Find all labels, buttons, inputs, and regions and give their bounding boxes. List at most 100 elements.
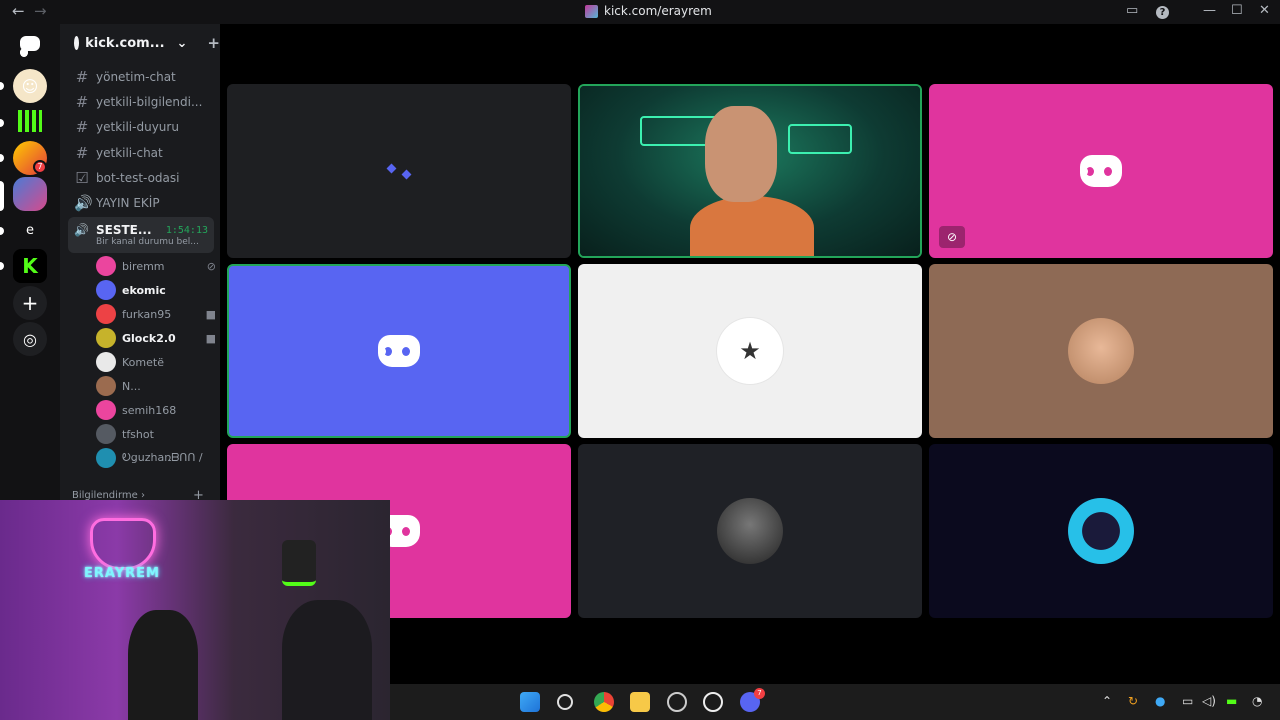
add-server-button[interactable]: +: [13, 286, 47, 320]
notification-bell-icon[interactable]: ◔: [1252, 694, 1262, 708]
server-badge-icon: [74, 36, 80, 50]
server-rail: ☺ 7 e K + ◎: [0, 24, 60, 500]
search-icon[interactable]: [557, 694, 573, 710]
loading-icon: [386, 163, 397, 173]
channel-label: yönetim-chat: [96, 70, 176, 84]
voice-user[interactable]: Kometë: [96, 352, 216, 372]
url-text: kick.com/erayrem: [604, 4, 712, 18]
chatgpt-icon[interactable]: [703, 692, 723, 712]
cat-neon-icon: [90, 518, 156, 570]
user-name: Glock2.0: [122, 331, 176, 345]
tray-chevron-icon[interactable]: ⌃: [1102, 694, 1112, 708]
voice-user[interactable]: semih168: [96, 400, 216, 420]
help-icon[interactable]: ?: [1156, 6, 1169, 19]
video-tile-kometa[interactable]: ★: [578, 264, 922, 438]
channel-item[interactable]: # yetkili-chat: [68, 142, 214, 164]
camera-icon: ■: [205, 307, 216, 321]
user-name: ekomic: [122, 283, 166, 297]
tray-volume-icon[interactable]: ◁): [1202, 694, 1216, 708]
close-button[interactable]: ✕: [1259, 3, 1270, 18]
video-tile-blurple[interactable]: [227, 264, 571, 438]
discord-avatar-icon: [378, 335, 420, 367]
user-name: tfshot: [122, 427, 154, 441]
voice-user[interactable]: biremm ⊘: [96, 256, 216, 276]
tray-sync-icon[interactable]: ↻: [1128, 694, 1138, 708]
tray-mic-icon[interactable]: ●: [1155, 694, 1165, 708]
video-tile-pink-1[interactable]: ⊘: [929, 84, 1273, 258]
user-name: furkan95: [122, 307, 172, 321]
channel-item[interactable]: # yetkili-bilgilendi...: [68, 91, 214, 113]
muted-icon: ⊘: [206, 259, 216, 273]
voice-channel-name: SESTE...: [96, 223, 152, 237]
user-name: biremm: [122, 259, 165, 273]
inbox-icon[interactable]: ▭: [1126, 3, 1138, 18]
logo-eye: [32, 48, 40, 57]
user-avatar: [96, 400, 116, 420]
video-tile-face[interactable]: [929, 264, 1273, 438]
minimize-button[interactable]: —: [1203, 3, 1216, 18]
logo-eye: [23, 48, 31, 57]
back-button[interactable]: ←: [12, 2, 25, 20]
voice-user[interactable]: ekomic: [96, 280, 216, 300]
discord-home-icon[interactable]: [13, 26, 47, 60]
oguzhan-avatar: [1068, 498, 1134, 564]
tray-battery-icon[interactable]: ▬: [1226, 694, 1237, 708]
forward-button[interactable]: →: [34, 2, 47, 20]
discord-avatar-icon: [1080, 155, 1122, 187]
server-header[interactable]: kick.com... ⌄ +: [60, 24, 220, 62]
channel-item[interactable]: # yönetim-chat: [68, 66, 214, 88]
mention-badge: 7: [33, 160, 47, 174]
selected-pill: [0, 181, 4, 211]
channel-type-icon: #: [75, 144, 89, 162]
tray-display-icon[interactable]: ▭: [1182, 694, 1193, 708]
logo-eye: [402, 527, 411, 536]
explore-servers-button[interactable]: ◎: [13, 322, 47, 356]
voice-user[interactable]: furkan95 ■: [96, 304, 216, 324]
voice-user[interactable]: Ꭷցuzhaռᗷᑎᑎ /: [96, 448, 216, 468]
user-name: Kometë: [122, 355, 164, 369]
channel-item[interactable]: ☑ bot-test-odasi: [68, 167, 214, 189]
person-left: [128, 610, 198, 720]
channel-item[interactable]: # yetkili-duyuru: [68, 116, 214, 138]
app-icon[interactable]: [667, 692, 687, 712]
user-name: N...: [122, 379, 141, 393]
person-shirt: [690, 196, 814, 256]
video-tile-loading[interactable]: [227, 84, 571, 258]
kometa-avatar: ★: [717, 318, 783, 384]
user-avatar: [96, 448, 116, 468]
video-tile-oguzhan[interactable]: [929, 444, 1273, 618]
logo-eye: [383, 347, 392, 356]
mic-muted-icon: ⊘: [939, 226, 965, 248]
user-avatar: [96, 256, 116, 276]
server-avatar-selected[interactable]: [13, 177, 47, 211]
user-avatar: [96, 424, 116, 444]
server-avatar-green[interactable]: [13, 104, 47, 138]
voice-user[interactable]: N...: [96, 376, 216, 396]
face-avatar: [1068, 318, 1134, 384]
video-tile-streamer[interactable]: [578, 84, 922, 258]
server-avatar-e[interactable]: e: [13, 213, 47, 247]
channel-status[interactable]: Bir kanal durumu bel...: [74, 237, 199, 247]
voice-user[interactable]: Glock2.0 ■: [96, 328, 216, 348]
add-member-icon[interactable]: +: [207, 34, 220, 52]
video-tile-tfshot[interactable]: [578, 444, 922, 618]
camera-icon: ■: [205, 331, 216, 345]
loading-icon: [401, 169, 412, 179]
voice-user[interactable]: tfshot: [96, 424, 216, 444]
maximize-button[interactable]: ☐: [1231, 3, 1243, 18]
channel-type-icon: #: [75, 93, 89, 111]
kick-server-icon[interactable]: K: [13, 249, 47, 283]
file-explorer-icon[interactable]: [630, 692, 650, 712]
speaker-icon: 🔊: [74, 223, 89, 237]
chrome-icon[interactable]: [594, 692, 614, 712]
person-face: [705, 106, 777, 202]
server-name: kick.com...: [85, 35, 165, 51]
active-voice-channel[interactable]: 🔊 SESTE... 1:54:13 Bir kanal durumu bel.…: [68, 217, 214, 253]
microphone-graphic: [282, 540, 316, 586]
channel-label: yetkili-duyuru: [96, 120, 179, 134]
monitor-graphic: [788, 124, 852, 154]
channel-label: yetkili-chat: [96, 146, 163, 160]
start-icon[interactable]: [520, 692, 540, 712]
server-avatar-1[interactable]: ☺: [13, 69, 47, 103]
channel-item[interactable]: 🔊 YAYIN EKİP: [68, 192, 214, 214]
